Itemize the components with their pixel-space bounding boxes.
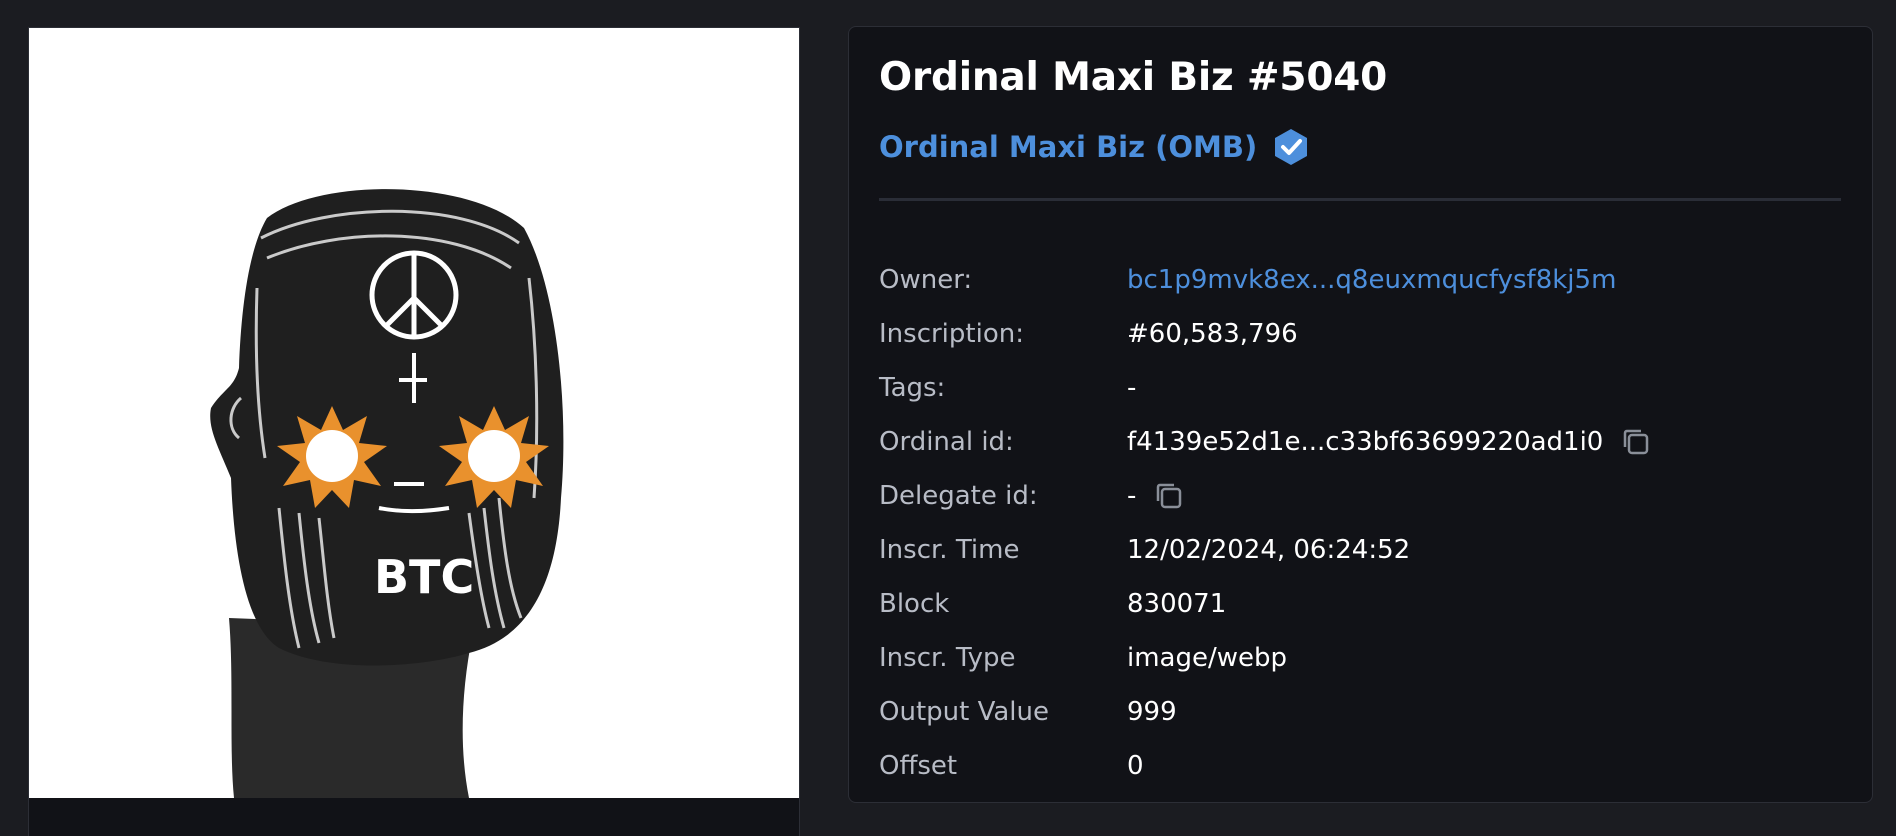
details-card: Ordinal Maxi Biz #5040 Ordinal Maxi Biz … [848, 26, 1873, 803]
inscr-time-label: Inscr. Time [879, 535, 1020, 565]
copy-icon[interactable] [1152, 479, 1186, 513]
inscr-type-value: image/webp [1127, 643, 1288, 673]
page-title: Ordinal Maxi Biz #5040 [879, 55, 1388, 100]
collection-link[interactable]: Ordinal Maxi Biz (OMB) [879, 127, 1311, 167]
delegate-id-label: Delegate id: [879, 481, 1038, 511]
ordinal-id-label: Ordinal id: [879, 427, 1014, 457]
output-value-value: 999 [1127, 697, 1177, 727]
output-value-label: Output Value [879, 697, 1049, 727]
block-value: 830071 [1127, 589, 1227, 619]
collection-name: Ordinal Maxi Biz (OMB) [879, 130, 1258, 164]
inscr-time-value: 12/02/2024, 06:24:52 [1127, 535, 1411, 565]
tags-value: - [1127, 373, 1137, 403]
tags-label: Tags: [879, 373, 946, 403]
nft-artwork-image: BTC [29, 28, 799, 798]
inscr-type-label: Inscr. Type [879, 643, 1016, 673]
divider [879, 198, 1841, 201]
svg-text:BTC: BTC [374, 550, 474, 604]
copy-icon[interactable] [1619, 425, 1653, 459]
delegate-id-value: - [1127, 481, 1137, 511]
offset-label: Offset [879, 751, 958, 781]
offset-value: 0 [1127, 751, 1144, 781]
owner-label: Owner: [879, 265, 973, 295]
owner-address-link[interactable]: bc1p9mvk8ex...q8euxmqucfysf8kj5m [1127, 265, 1616, 295]
verified-badge-icon [1275, 129, 1308, 165]
nft-image[interactable]: BTC [29, 28, 799, 798]
ordinal-id-container: f4139e52d1e...c33bf63699220ad1i0 [1127, 425, 1653, 459]
inscription-value: #60,583,796 [1127, 319, 1298, 349]
block-label: Block [879, 589, 950, 619]
inscription-label: Inscription: [879, 319, 1024, 349]
delegate-id-container: - [1127, 479, 1186, 513]
ordinal-id-value: f4139e52d1e...c33bf63699220ad1i0 [1127, 427, 1604, 457]
